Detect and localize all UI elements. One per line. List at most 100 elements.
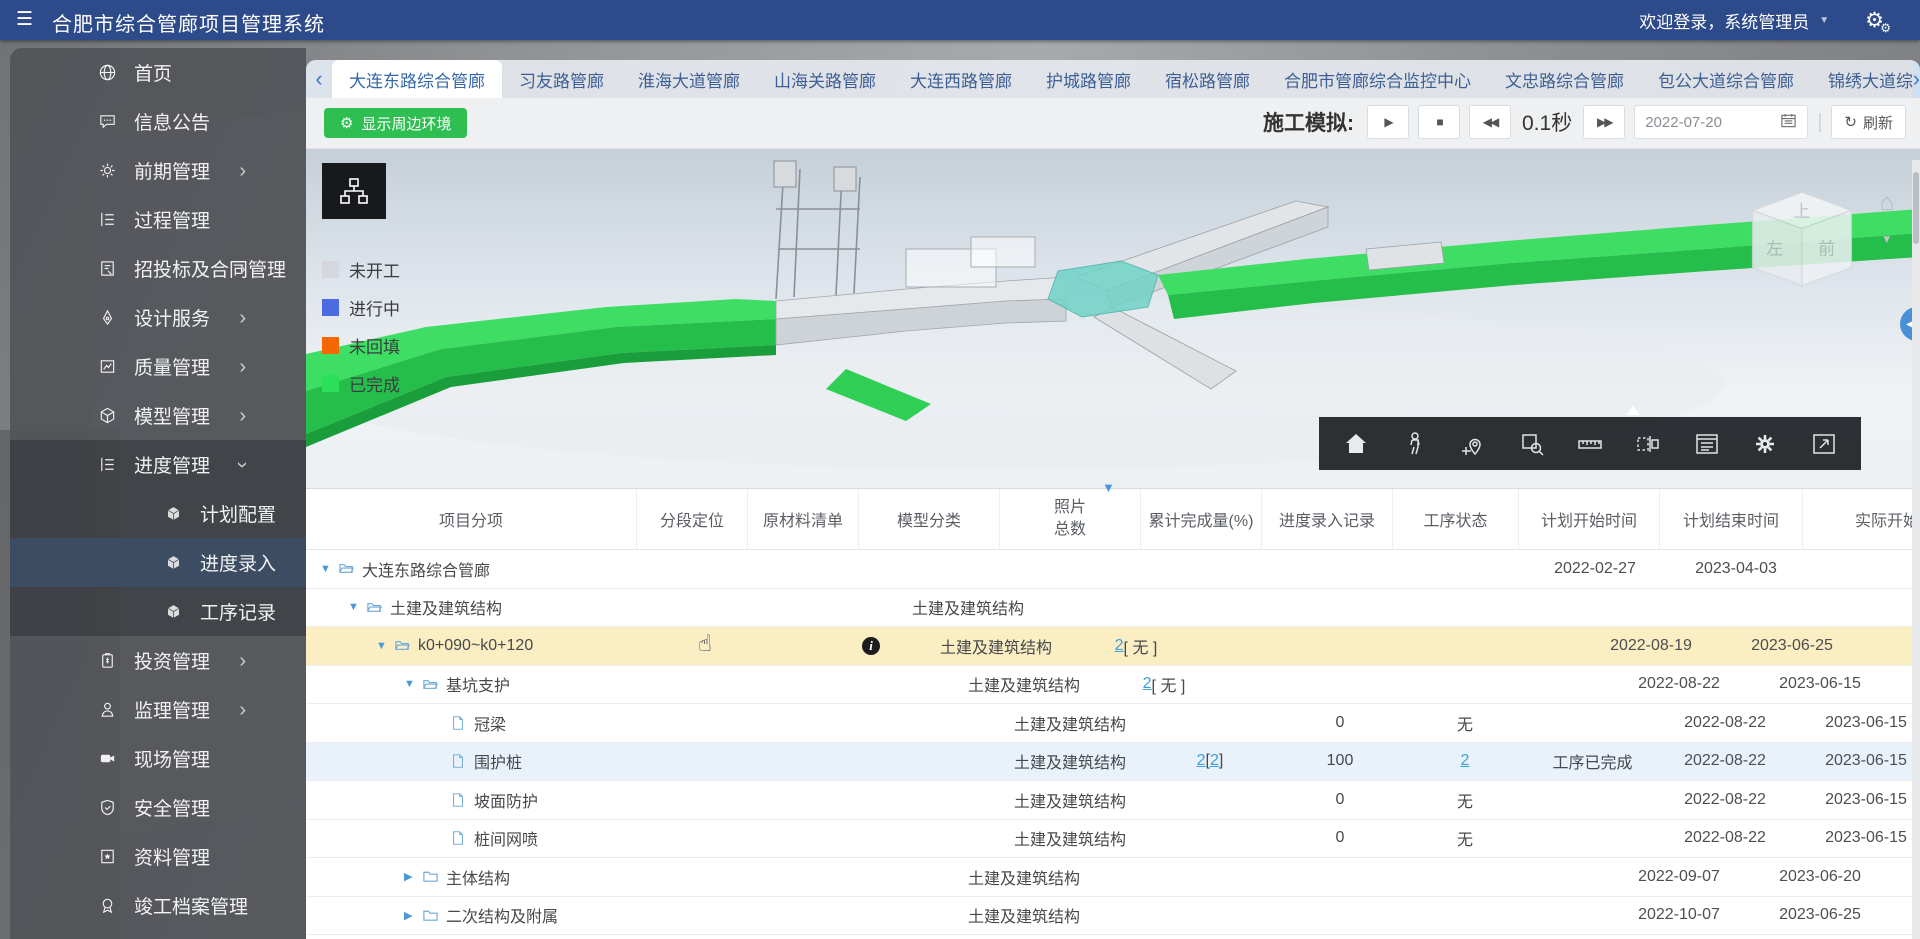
tab-dalian-west[interactable]: 大连西路管廊 [893,60,1029,98]
sidebar-item-pre-phase[interactable]: 前期管理 › [10,146,306,195]
tab-baogong-avenue[interactable]: 包公大道综合管廊 [1641,60,1811,98]
table-row-selected[interactable]: ▼k0+090~k0+120 i 土建及建筑结构 2 [ 无 ] 2022-08… [306,627,1920,666]
record-count-link[interactable]: 2 [1461,752,1470,770]
file-icon [450,715,474,731]
tab-dalian-east[interactable]: 大连东路综合管廊 [332,60,502,98]
expander-down-icon[interactable]: ▼ [404,678,422,690]
sidebar-item-label: 工序记录 [200,598,276,625]
tab-scroll-left-icon[interactable]: ‹ [306,60,332,98]
sidebar-item-investment[interactable]: 投资管理 › [10,636,306,685]
menu-toggle-icon[interactable]: ☰ [16,8,33,31]
expander-down-icon[interactable]: ▼ [320,563,338,575]
table-row[interactable]: ▶主体结构 土建及建筑结构 2022-09-07 2023-06-20 [306,858,1920,897]
doc-star-icon [96,847,118,866]
fast-forward-button[interactable]: ▶▶ [1583,105,1625,139]
photo-count-link[interactable]: 2 [1143,675,1152,693]
expander-down-icon[interactable]: ▼ [376,640,394,652]
photo-count-link[interactable]: 2 [1115,637,1124,655]
sidebar-item-process[interactable]: 过程管理 [10,195,306,244]
status-legend: 未开工 进行中 未回填 已完成 [322,257,400,396]
date-picker[interactable]: 2022-07-20 [1634,105,1808,139]
navigation-cube[interactable]: 上 左 前 [1750,189,1854,289]
show-environment-button[interactable]: ⚙显示周边环境 [324,108,467,138]
col-header: 工序状态 [1393,489,1519,549]
properties-list-icon[interactable] [1687,424,1727,464]
model-tree-button[interactable] [322,163,386,219]
sidebar-item-quality[interactable]: 质量管理 › [10,342,306,391]
sidebar-item-site[interactable]: 现场管理 [10,734,306,783]
gear-icon [96,161,118,180]
sidebar-item-completion-archive[interactable]: 竣工档案管理 [10,881,306,930]
simulation-label: 施工模拟: [1263,107,1354,137]
play-button[interactable]: ▶ [1367,105,1409,139]
table-row[interactable]: ▼基坑支护 土建及建筑结构 2 [ 无 ] 2022-08-22 2023-06… [306,666,1920,705]
project-tab-bar: ‹ 大连东路综合管廊 习友路管廊 淮海大道管廊 山海关路管廊 大连西路管廊 护城… [306,60,1920,98]
col-header: 项目分项 [306,489,637,549]
sidebar-item-process-record[interactable]: 工序记录 [10,587,306,636]
home-view-icon[interactable] [1336,424,1376,464]
col-header: 进度录入记录 [1262,489,1393,549]
table-row-highlighted[interactable]: 围护桩 土建及建筑结构 2 [ 2 ] 100 2 工序已完成 2022-08-… [306,743,1920,782]
model-viewer-3d[interactable]: 未开工 进行中 未回填 已完成 上 左 前 ⌂ ▾ [306,149,1920,489]
rewind-button[interactable]: ◀◀ [1469,105,1511,139]
tab-wenzhong-road[interactable]: 文忠路综合管廊 [1488,60,1641,98]
tab-jinxiu-avenue[interactable]: 锦绣大道综合管廊 [1811,60,1920,98]
locate-pin-icon[interactable] [1453,424,1493,464]
settings-gear-icon[interactable] [1745,424,1785,464]
tab-hucheng-road[interactable]: 护城路管廊 [1029,60,1148,98]
table-row[interactable]: 坡面防护 土建及建筑结构 0 无 2022-08-22 2023-06-15 [306,781,1920,820]
sidebar-item-plan-config[interactable]: 计划配置 [10,489,306,538]
refresh-button[interactable]: ↻刷新 [1831,105,1906,139]
table-row[interactable]: ▶二次结构及附属 土建及建筑结构 2022-10-07 2023-06-25 [306,897,1920,936]
vertical-scrollbar[interactable] [1912,160,1920,939]
sidebar-item-progress[interactable]: 进度管理 › [10,440,306,489]
zoom-select-icon[interactable] [1512,424,1552,464]
file-icon [450,753,474,769]
sidebar-item-home[interactable]: 首页 [10,48,306,97]
tab-susong-road[interactable]: 宿松路管廊 [1148,60,1267,98]
tab-shanhaiguan-road[interactable]: 山海关路管廊 [757,60,893,98]
sidebar-item-info-notice[interactable]: 信息公告 [10,97,306,146]
tab-huaihai-avenue[interactable]: 淮海大道管廊 [621,60,757,98]
tab-monitor-center[interactable]: 合肥市管廊综合监控中心 [1267,60,1488,98]
sidebar-item-documents[interactable]: 资料管理 [10,832,306,881]
expander-down-icon[interactable]: ▼ [348,601,366,613]
scrollbar-thumb[interactable] [1913,172,1919,244]
user-dropdown-caret-icon[interactable]: ▼ [1819,15,1829,26]
legend-swatch [322,337,339,354]
table-row[interactable]: ▼大连东路综合管廊 2022-02-27 2023-04-03 [306,550,1920,589]
tab-xiyou-road[interactable]: 习友路管廊 [502,60,621,98]
fullscreen-icon[interactable] [1804,424,1844,464]
cube-icon [162,603,184,620]
sidebar-item-model[interactable]: 模型管理 › [10,391,306,440]
video-camera-icon [96,749,118,768]
table-row[interactable]: 桩间网喷 土建及建筑结构 0 无 2022-08-22 2023-06-15 [306,820,1920,859]
svg-text:上: 上 [1794,202,1811,221]
table-collapse-caret[interactable]: ▼ [1102,480,1115,495]
speed-value: 0.1秒 [1522,107,1572,137]
walk-mode-icon[interactable] [1395,424,1435,464]
chevron-right-icon: › [239,406,246,426]
measure-ruler-icon[interactable] [1570,424,1610,464]
sidebar-item-progress-entry[interactable]: 进度录入 [10,538,306,587]
table-row[interactable]: ▼土建及建筑结构 土建及建筑结构 [306,589,1920,628]
sidebar-item-supervision[interactable]: 监理管理 › [10,685,306,734]
sidebar-item-design-service[interactable]: 设计服务 › [10,293,306,342]
info-icon[interactable]: i [862,637,880,655]
settings-gears-icon[interactable]: ⚙⚙ [1865,8,1884,33]
stop-button[interactable]: ■ [1418,105,1460,139]
quality-badge-icon [96,357,118,376]
person-icon [96,700,118,719]
sidebar-item-bidding-contract[interactable]: 招投标及合同管理 › [10,244,306,293]
view-caret-icon[interactable]: ▾ [1883,231,1890,247]
photo-count-link[interactable]: 2 [1210,752,1219,770]
section-box-icon[interactable] [1628,424,1668,464]
expander-right-icon[interactable]: ▶ [404,870,422,883]
view-home-icon[interactable]: ⌂ [1880,189,1895,217]
tab-scroll-right-icon[interactable]: › [1913,60,1920,98]
table-row[interactable]: 冠梁 土建及建筑结构 0 无 2022-08-22 2023-06-15 [306,704,1920,743]
sidebar-item-safety[interactable]: 安全管理 [10,783,306,832]
photo-count-link[interactable]: 2 [1197,752,1206,770]
folder-open-icon [338,560,362,577]
expander-right-icon[interactable]: ▶ [404,909,422,922]
